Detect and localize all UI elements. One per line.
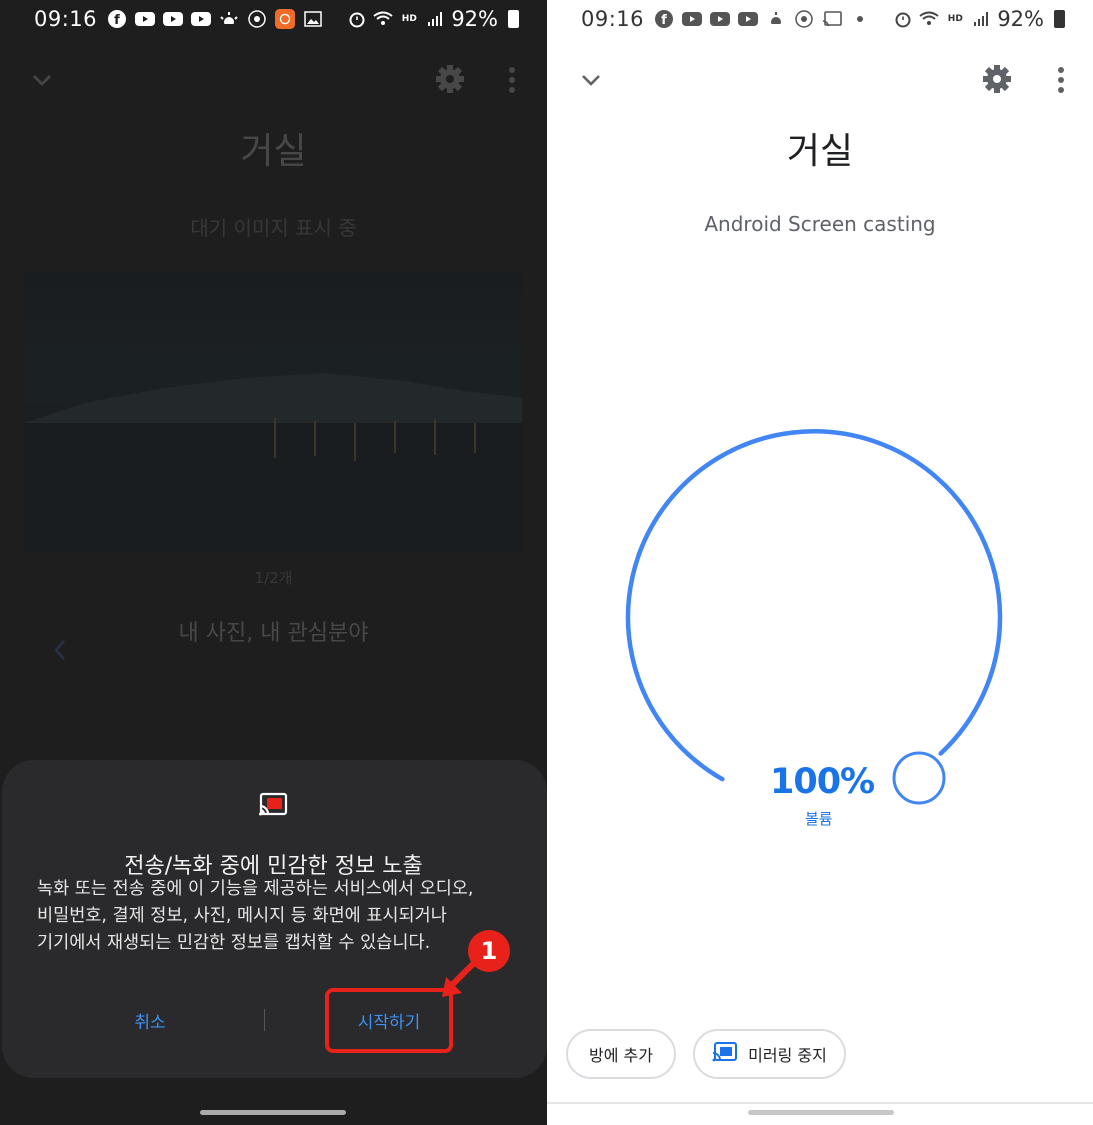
app-notification-icon [275, 9, 296, 29]
home-indicator[interactable] [748, 1110, 894, 1115]
image-icon [303, 11, 323, 27]
svg-text:f: f [114, 13, 120, 28]
youtube-icon [135, 11, 156, 27]
volume-dial-handle[interactable] [892, 751, 946, 805]
cast-permission-screen: 09:16 f HD 92% 거실 대기 이미지 표시 중 1/2개 내 사진,… [0, 0, 547, 1125]
device-status-text: 대기 이미지 표시 중 [190, 216, 357, 240]
stop-mirroring-button[interactable]: 미러링 중지 [693, 1029, 846, 1079]
home-indicator[interactable] [200, 1110, 346, 1115]
hd-voice-icon: HD [401, 13, 417, 24]
room-title: 거실 [240, 131, 307, 172]
cancel-button[interactable]: 취소 [100, 1008, 200, 1033]
dialog-body-line: 녹화 또는 전송 중에 이 기능을 제공하는 서비스에서 오디오, [37, 879, 474, 899]
weather-icon [219, 11, 240, 27]
more-options-icon[interactable] [508, 66, 516, 98]
battery-icon [508, 10, 519, 28]
youtube-icon [163, 11, 184, 27]
youtube-icon [191, 11, 212, 27]
stop-mirroring-label: 미러링 중지 [748, 1046, 827, 1065]
album-label: 내 사진, 내 관심분야 [178, 621, 369, 646]
dialog-body-line: 기기에서 재생되는 민감한 정보를 캡처할 수 있습니다. [37, 933, 431, 953]
photo-counter: 1/2개 [254, 569, 293, 587]
cast-icon [258, 792, 288, 822]
battery-percent: 92% [451, 7, 498, 31]
chevron-left-icon[interactable] [52, 638, 68, 666]
volume-dial[interactable] [547, 0, 1093, 1125]
chevron-down-icon[interactable] [30, 68, 54, 96]
add-to-room-label: 방에 추가 [589, 1046, 653, 1065]
dialog-body-line: 비밀번호, 결제 정보, 사진, 메시지 등 화면에 표시되거나 [37, 906, 447, 926]
ambient-photo [24, 273, 522, 552]
status-time: 09:16 [34, 7, 98, 31]
wifi-icon [373, 11, 393, 27]
app-icon [247, 10, 267, 28]
annotation-highlight-box [325, 988, 453, 1053]
facebook-icon: f [107, 10, 127, 28]
cast-connected-icon [712, 1041, 738, 1067]
button-divider [264, 1009, 265, 1031]
step-badge: 1 [468, 930, 510, 972]
volume-label: 볼륨 [805, 810, 833, 828]
signal-icon [425, 11, 445, 27]
add-to-room-button[interactable]: 방에 추가 [566, 1029, 676, 1079]
dialog-body: 녹화 또는 전송 중에 이 기능을 제공하는 서비스에서 오디오, 비밀번호, … [37, 876, 507, 957]
bottom-divider [547, 1102, 1093, 1104]
volume-value: 100% [770, 762, 875, 802]
gear-icon[interactable] [434, 63, 466, 99]
casting-control-screen: 09:16 f HD 92% 거실 Android Screen casting [547, 0, 1093, 1125]
status-bar: 09:16 f HD 92% [0, 0, 547, 38]
alarm-icon [347, 11, 367, 28]
